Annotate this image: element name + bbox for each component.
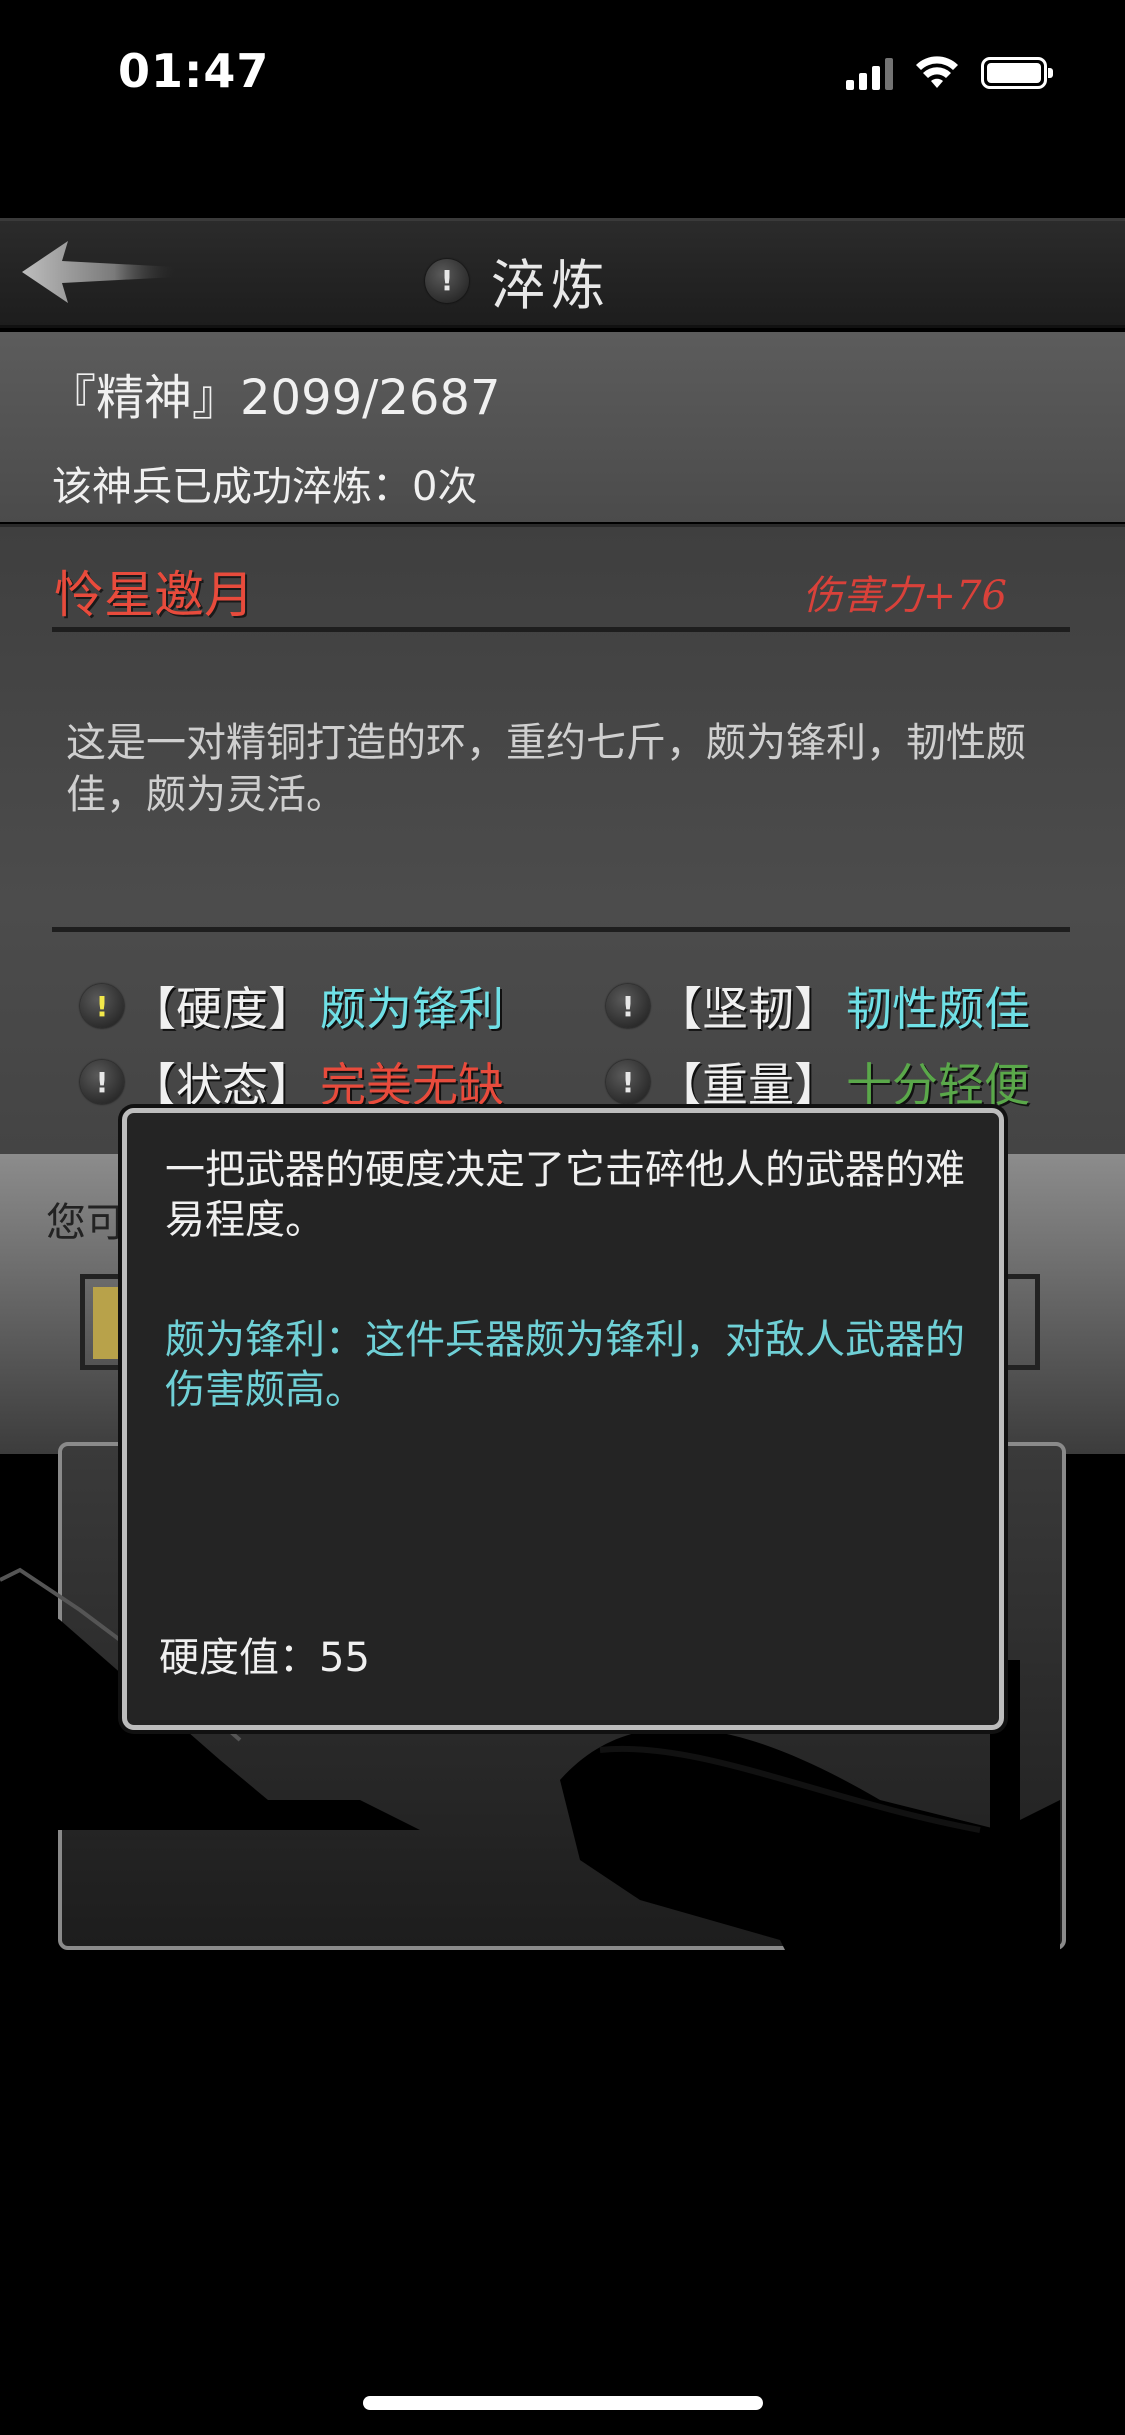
attr-condition[interactable]: ! 【状态】 完美无缺 <box>80 1049 504 1115</box>
info-icon[interactable]: ! <box>80 984 124 1028</box>
weapon-name: 怜星邀月 <box>54 566 254 624</box>
attr-hardness[interactable]: ! 【硬度】 颇为锋利 <box>80 973 504 1039</box>
attr-toughness[interactable]: ! 【坚韧】 韧性颇佳 <box>606 973 1030 1039</box>
tooltip-description: 一把武器的硬度决定了它击碎他人的武器的难易程度。 <box>165 1147 965 1243</box>
status-time: 01:47 <box>118 44 270 98</box>
weapon-panel: 怜星邀月 伤害力+76 这是一对精铜打造的环，重约七斤，颇为锋利，韧性颇佳，颇为… <box>0 524 1125 1157</box>
hardness-tooltip[interactable]: 一把武器的硬度决定了它击碎他人的武器的难易程度。 颇为锋利：这件兵器颇为锋利，对… <box>122 1108 1004 1730</box>
spirit-value: 『精神』2099/2687 <box>48 370 501 426</box>
attr-weight[interactable]: ! 【重量】 十分轻便 <box>606 1049 1030 1115</box>
attr-key: 【硬度】 <box>130 982 314 1036</box>
tooltip-detail: 颇为锋利：这件兵器颇为锋利，对敌人武器的伤害颇高。 <box>165 1317 965 1413</box>
weapon-damage: 伤害力+76 <box>802 573 1007 619</box>
tooltip-value: 硬度值：55 <box>159 1635 370 1681</box>
attr-key: 【坚韧】 <box>656 982 840 1036</box>
attr-key: 【重量】 <box>656 1058 840 1112</box>
title-group: ! 淬炼 <box>425 241 611 320</box>
divider <box>52 927 1070 932</box>
info-icon[interactable]: ! <box>80 1060 124 1104</box>
info-icon[interactable]: ! <box>425 258 469 303</box>
screen: 01:47 ! 淬炼 『精神』2099/2687 该神兵已成功淬炼：0次 怜星邀… <box>0 0 1125 2435</box>
attr-value: 完美无缺 <box>320 1058 504 1112</box>
attr-key: 【状态】 <box>130 1058 314 1112</box>
back-arrow-icon[interactable] <box>18 237 178 307</box>
home-indicator[interactable] <box>363 2396 763 2410</box>
info-icon[interactable]: ! <box>606 984 650 1028</box>
hint-text: 您可 <box>46 1200 126 1246</box>
status-icons <box>846 56 1053 90</box>
wifi-icon <box>916 56 958 88</box>
weapon-description: 这是一对精铜打造的环，重约七斤，颇为锋利，韧性颇佳，颇为灵活。 <box>66 720 1026 818</box>
battery-icon <box>981 57 1053 89</box>
attr-value: 韧性颇佳 <box>846 982 1030 1036</box>
cellular-signal-icon <box>846 56 893 90</box>
divider <box>52 627 1070 632</box>
attr-value: 十分轻便 <box>846 1058 1030 1112</box>
info-icon[interactable]: ! <box>606 1060 650 1104</box>
refine-count: 该神兵已成功淬炼：0次 <box>52 464 478 510</box>
header-bar: ! 淬炼 <box>0 218 1125 328</box>
page-title: 淬炼 <box>491 254 611 317</box>
attr-value: 颇为锋利 <box>320 982 504 1036</box>
spirit-panel: 『精神』2099/2687 该神兵已成功淬炼：0次 <box>0 332 1125 522</box>
